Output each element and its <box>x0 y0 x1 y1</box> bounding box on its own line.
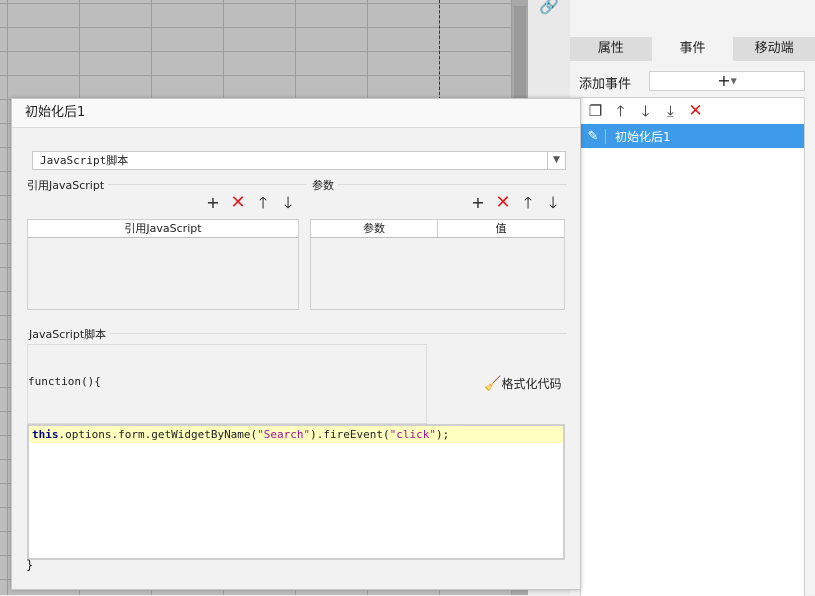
delete-param-button[interactable]: ✕ <box>494 194 512 212</box>
event-list: ❐ 🡑 🡓 ⤓ ✕ ✎ 初始化后1 <box>580 97 805 596</box>
params-divider <box>312 184 567 185</box>
chevron-down-icon: ▼ <box>730 76 737 86</box>
script-type-select[interactable]: JavaScript脚本 ▼ <box>32 151 566 170</box>
ref-js-table[interactable]: 引用JavaScript <box>27 219 299 310</box>
add-event-button[interactable]: +▼ <box>649 71 805 91</box>
format-code-label: 格式化代码 <box>501 377 562 391</box>
ref-js-table-header: 引用JavaScript <box>28 220 298 238</box>
params-section-label: 参数 <box>312 177 338 193</box>
move-down-param-button[interactable]: 🡓 <box>544 194 562 212</box>
broom-icon: 🧹 <box>484 376 502 392</box>
delete-ref-js-button[interactable]: ✕ <box>229 194 247 212</box>
delete-icon[interactable]: ✕ <box>685 101 706 121</box>
code-text: ); <box>436 428 450 441</box>
code-line[interactable]: this.options.form.getWidgetByName("Searc… <box>29 426 563 443</box>
panel-tabs: 属性 事件 移动端 <box>570 37 815 61</box>
move-to-bottom-icon[interactable]: ⤓ <box>660 101 681 121</box>
code-text: ).fireEvent( <box>310 428 390 441</box>
event-editor-dialog: 初始化后1 JavaScript脚本 ▼ 引用JavaScript + ✕ 🡑 … <box>11 98 581 590</box>
event-item[interactable]: ✎ 初始化后1 <box>581 124 804 148</box>
function-close: } <box>26 558 34 572</box>
move-down-ref-js-button[interactable]: 🡓 <box>279 194 297 212</box>
move-up-ref-js-button[interactable]: 🡑 <box>254 194 272 212</box>
code-string: "Search" <box>257 428 311 441</box>
plus-icon: + <box>717 71 731 90</box>
code-keyword: this <box>32 428 59 441</box>
page-break-line <box>439 0 440 100</box>
params-table-header: 参数 值 <box>311 220 564 238</box>
add-param-button[interactable]: + <box>469 194 487 212</box>
column-value[interactable]: 值 <box>438 220 564 237</box>
dialog-title: 初始化后1 <box>12 99 580 128</box>
format-code-button[interactable]: 🧹格式化代码 <box>484 375 561 392</box>
tab-mobile[interactable]: 移动端 <box>733 37 815 61</box>
tab-events[interactable]: 事件 <box>651 37 734 61</box>
params-table[interactable]: 参数 值 <box>310 219 565 310</box>
chevron-down-icon[interactable]: ▼ <box>547 152 565 169</box>
properties-panel: 属性 事件 移动端 添加事件 +▼ ❐ 🡑 🡓 ⤓ ✕ ✎ 初始化后1 <box>570 0 815 596</box>
copy-icon[interactable]: ❐ <box>585 101 606 121</box>
script-section-label: JavaScript脚本 <box>29 326 111 342</box>
arrow-up-icon[interactable]: 🡑 <box>610 101 631 121</box>
move-up-param-button[interactable]: 🡑 <box>519 194 537 212</box>
tab-properties[interactable]: 属性 <box>570 37 652 61</box>
arrow-down-icon[interactable]: 🡓 <box>635 101 656 121</box>
ref-js-section-label: 引用JavaScript <box>27 177 109 193</box>
add-ref-js-button[interactable]: + <box>204 194 222 212</box>
add-event-label: 添加事件 <box>579 77 632 92</box>
column-ref-js[interactable]: 引用JavaScript <box>28 220 298 237</box>
column-param[interactable]: 参数 <box>311 220 438 237</box>
link-icon[interactable]: 🔗 <box>539 0 559 15</box>
code-editor[interactable]: this.options.form.getWidgetByName("Searc… <box>27 424 565 560</box>
edit-icon: ✎ <box>581 128 606 144</box>
function-head: function(){ <box>28 375 101 388</box>
event-toolbar: ❐ 🡑 🡓 ⤓ ✕ <box>581 98 804 124</box>
code-string: "click" <box>389 428 437 441</box>
event-item-label: 初始化后1 <box>615 129 671 144</box>
code-text: .options.form.getWidgetByName( <box>58 428 258 441</box>
script-type-value: JavaScript脚本 <box>40 154 129 167</box>
